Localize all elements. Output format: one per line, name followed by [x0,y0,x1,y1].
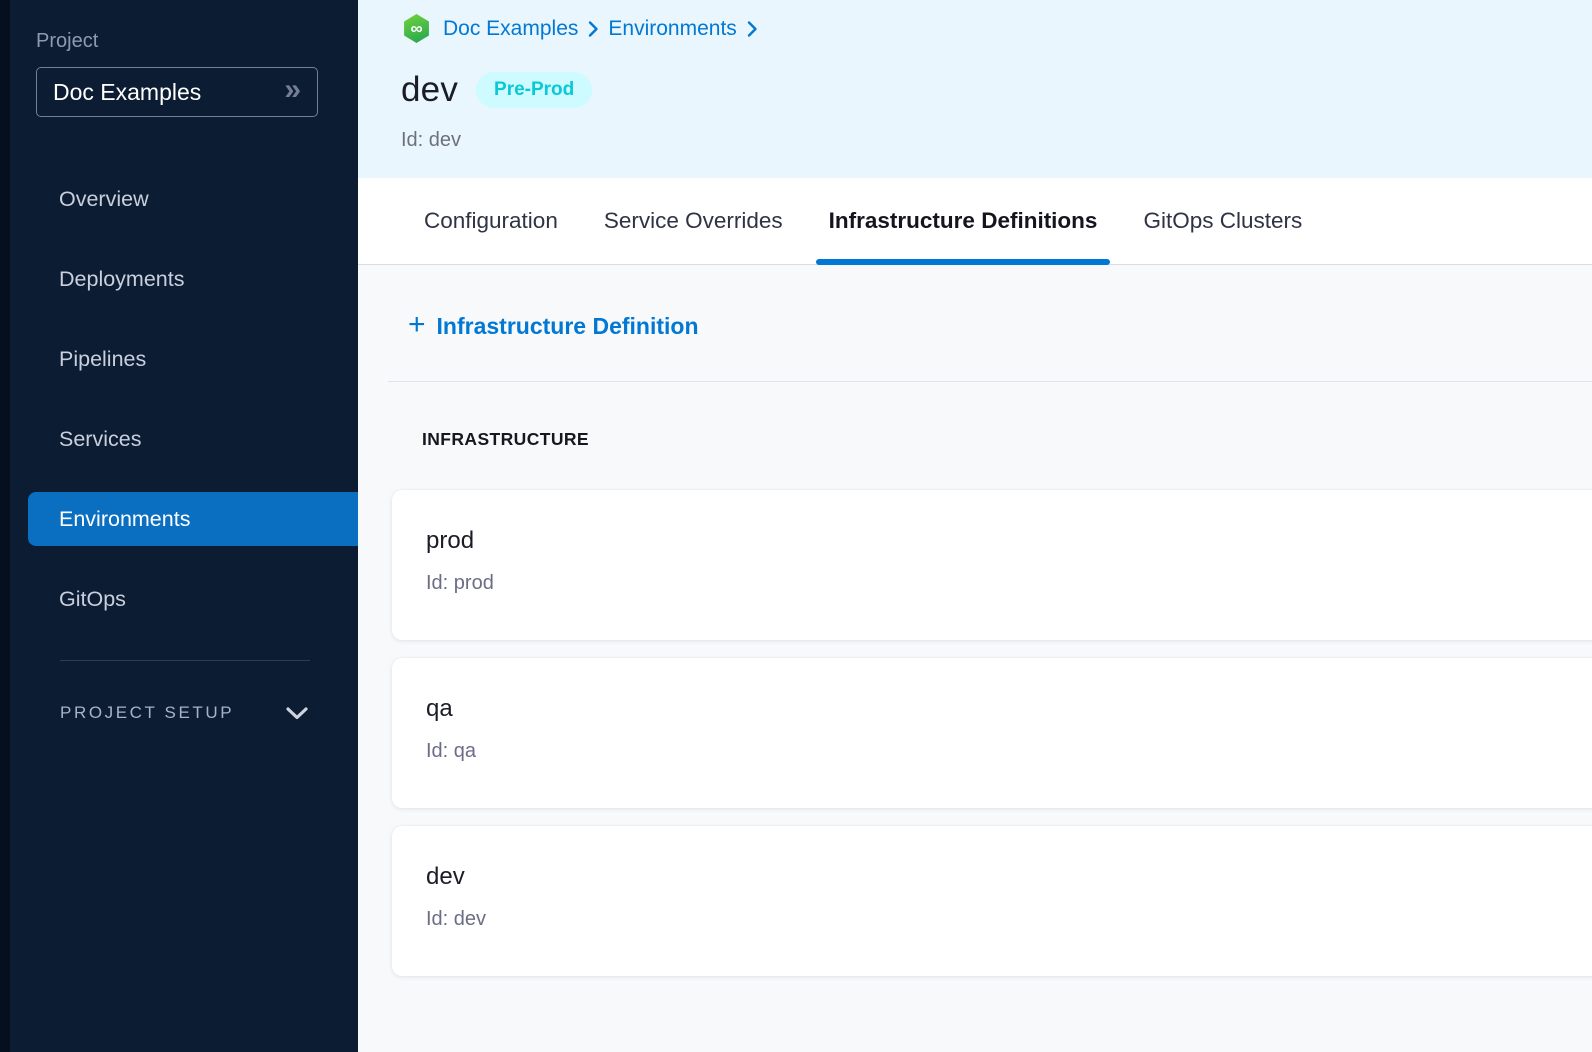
infrastructure-card-id: Id: qa [426,740,1592,763]
double-chevron-right-icon: » [284,75,301,105]
sidebar-item-gitops[interactable]: GitOps [10,559,358,639]
sidebar-item-deployments[interactable]: Deployments [10,239,358,319]
infrastructure-card-title: qa [426,695,1592,723]
plus-icon: + [408,310,426,340]
title-row: dev Pre-Prod [401,70,1592,110]
tab-gitops-clusters[interactable]: GitOps Clusters [1130,178,1315,264]
sidebar-main: Project Doc Examples » Overview Deployme… [10,0,358,1052]
project-selector-value: Doc Examples [53,79,284,106]
sidebar-item-services[interactable]: Services [10,399,358,479]
breadcrumb: ∞ Doc Examples Environments [403,14,1592,43]
sidebar: Project Doc Examples » Overview Deployme… [0,0,358,1052]
main-area: ∞ Doc Examples Environments dev Pre-Prod [358,0,1592,1052]
tab-infrastructure-definitions[interactable]: Infrastructure Definitions [816,178,1111,264]
add-infrastructure-definition-button[interactable]: + Infrastructure Definition [408,313,699,340]
sidebar-item-environments[interactable]: Environments [28,492,358,546]
page-title: dev [401,70,458,110]
infrastructure-card-id: Id: dev [426,908,1592,931]
project-selector[interactable]: Doc Examples » [36,67,318,117]
environment-type-badge: Pre-Prod [476,72,592,108]
infrastructure-card-list: prod Id: prod qa Id: qa dev Id: dev [392,490,1592,976]
tab-configuration[interactable]: Configuration [411,178,571,264]
infrastructure-card-prod[interactable]: prod Id: prod [392,490,1592,640]
environment-id: Id: dev [401,129,1592,152]
breadcrumb-separator-icon [746,20,758,38]
sidebar-nav: Overview Deployments Pipelines Services … [10,159,358,639]
project-setup-toggle[interactable]: PROJECT SETUP [60,703,308,723]
page-header: ∞ Doc Examples Environments dev Pre-Prod [358,0,1592,178]
infrastructure-card-id: Id: prod [426,572,1592,595]
infrastructure-card-title: prod [426,527,1592,555]
module-nav-strip [0,0,10,1052]
add-infrastructure-definition-label: Infrastructure Definition [437,313,699,340]
infrastructure-card-title: dev [426,863,1592,891]
project-label: Project [36,30,358,53]
sidebar-divider [60,660,310,661]
chevron-down-icon [286,707,308,720]
sidebar-item-overview[interactable]: Overview [10,159,358,239]
infrastructure-card-dev[interactable]: dev Id: dev [392,826,1592,976]
breadcrumb-link-environments[interactable]: Environments [608,17,736,41]
project-setup-label: PROJECT SETUP [60,703,234,723]
breadcrumb-separator-icon [587,20,599,38]
content-divider [388,381,1592,382]
sidebar-item-pipelines[interactable]: Pipelines [10,319,358,399]
app-window: Project Doc Examples » Overview Deployme… [0,0,1592,1052]
tab-service-overrides[interactable]: Service Overrides [591,178,796,264]
infrastructure-section-title: INFRASTRUCTURE [422,429,1592,450]
tab-bar: Configuration Service Overrides Infrastr… [358,178,1592,265]
tab-content: + Infrastructure Definition INFRASTRUCTU… [358,265,1592,1052]
breadcrumb-link-project[interactable]: Doc Examples [443,17,578,41]
environments-hexagon-icon: ∞ [403,14,430,43]
infrastructure-card-qa[interactable]: qa Id: qa [392,658,1592,808]
